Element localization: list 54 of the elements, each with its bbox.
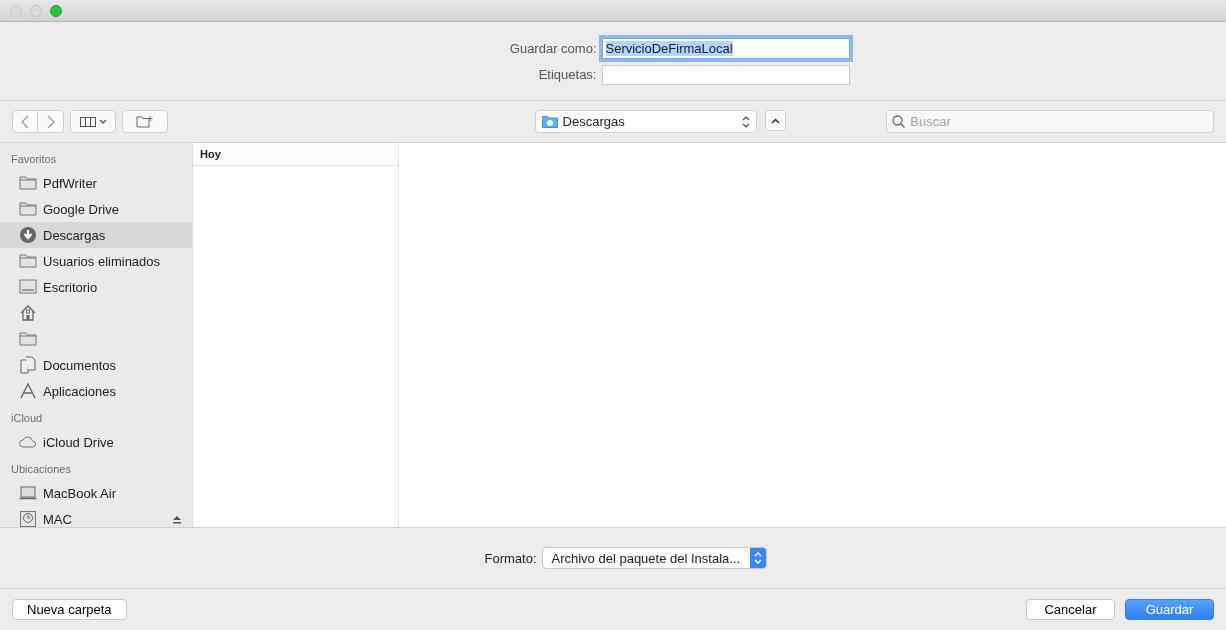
folder-icon [19, 252, 37, 270]
section-header: Favoritos [10, 152, 58, 167]
filename-field[interactable]: ServicioDeFirmaLocal [601, 37, 850, 59]
desktop-icon [19, 278, 37, 296]
zoom-button[interactable] [50, 4, 62, 17]
expand-button[interactable] [764, 110, 786, 131]
folder-plus-icon [136, 115, 154, 128]
folder-icon [541, 115, 558, 128]
sidebar-item[interactable]: Descargas [0, 222, 192, 248]
new-folder-button[interactable]: Nueva carpeta [12, 599, 127, 620]
sidebar-item[interactable]: Escritorio [0, 274, 192, 300]
chevron-right-icon [46, 114, 55, 129]
stepper-icon [749, 548, 766, 568]
document-icon [19, 356, 37, 374]
forward-button[interactable] [38, 110, 64, 133]
sidebar-item[interactable]: Documentos [0, 352, 192, 378]
tags-field[interactable] [601, 64, 850, 85]
view-button[interactable] [70, 110, 116, 133]
sidebar-item[interactable]: MAC [0, 506, 192, 527]
download-icon [19, 226, 37, 244]
format-label: Formato: [484, 550, 537, 566]
cancel-button[interactable]: Cancelar [1026, 599, 1115, 620]
sidebar-item[interactable]: Google Drive [0, 196, 192, 222]
format-popup[interactable]: Archivo del paquete del Instala... [541, 547, 767, 569]
laptop-icon [19, 484, 37, 502]
back-button[interactable] [12, 110, 38, 133]
section-header: iCloud [10, 411, 44, 426]
chevron-up-icon [770, 117, 780, 124]
caret-icon [98, 118, 107, 125]
column-header: Hoy [193, 143, 398, 166]
sidebar-item[interactable]: Aplicaciones [0, 378, 192, 404]
field-label: Guardar como: [508, 40, 597, 56]
cloud-icon [19, 433, 37, 451]
folder-icon [19, 200, 37, 218]
sidebar-item[interactable]: PdfWriter [0, 170, 192, 196]
home-icon [19, 304, 37, 322]
field-label: Etiquetas: [537, 67, 597, 82]
search-icon [892, 115, 906, 128]
columns-icon [79, 116, 96, 127]
folder-icon [19, 330, 37, 348]
minimize-button[interactable] [30, 4, 42, 17]
sidebar-item[interactable]: MacBook Air [0, 480, 192, 506]
folder-icon [19, 174, 37, 192]
new-folder-button[interactable] [122, 110, 168, 133]
sidebar-item[interactable]: iCloud Drive [0, 429, 192, 455]
apps-icon [19, 382, 37, 400]
close-button[interactable] [10, 4, 22, 17]
stepper-icon [741, 115, 750, 128]
chevron-left-icon [21, 114, 29, 129]
section-header: Ubicaciones [10, 462, 72, 477]
search-field[interactable]: Buscar [886, 110, 1214, 133]
sidebar-item[interactable]: Usuarios eliminados [0, 248, 192, 274]
location-popup[interactable]: Descargas [534, 110, 757, 133]
eject-icon[interactable] [172, 514, 182, 524]
